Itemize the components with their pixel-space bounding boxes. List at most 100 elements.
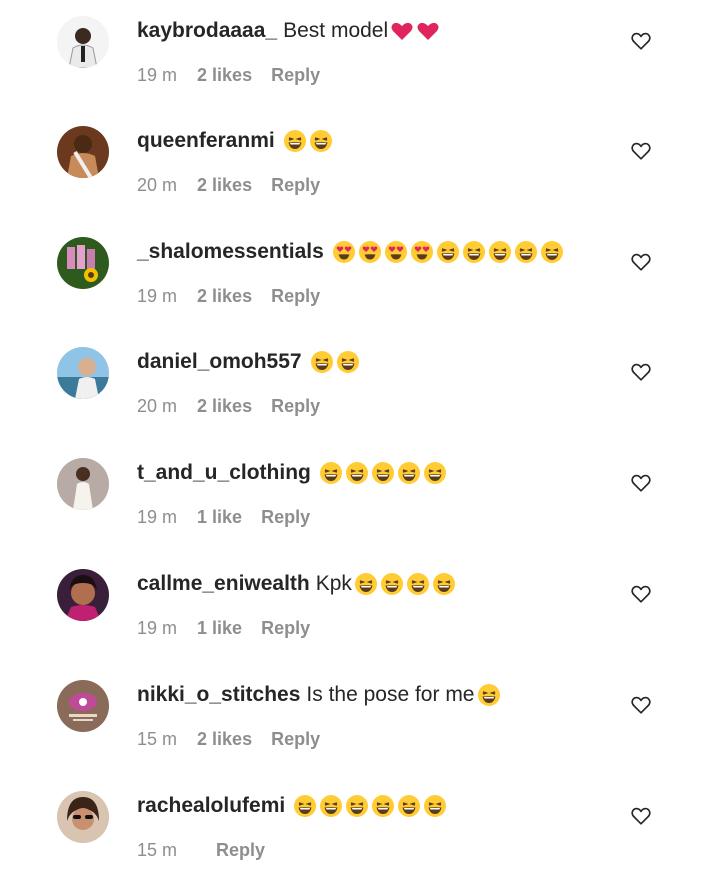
comment-line: t_and_u_clothing <box>137 458 449 488</box>
comment-time: 15 m <box>137 729 178 749</box>
comment-username[interactable]: _shalomessentials <box>137 240 324 264</box>
laughing-emoji <box>462 240 486 264</box>
comment-line: nikki_o_stitches Is the pose for me <box>137 680 503 710</box>
laughing-emoji <box>380 572 404 596</box>
avatar[interactable] <box>57 680 109 732</box>
comment-time: 19 m <box>137 507 178 527</box>
comment-emojis <box>390 19 442 43</box>
comment-line: kaybrodaaaa_ Best model <box>137 16 442 46</box>
comment-line: daniel_omoh557 <box>137 347 362 377</box>
avatar[interactable] <box>57 569 109 621</box>
heart-outline-icon[interactable] <box>630 361 652 383</box>
comment-emojis <box>310 350 362 374</box>
comment-likes[interactable]: 2 likes <box>197 396 252 417</box>
avatar[interactable] <box>57 16 109 68</box>
comment-item: kaybrodaaaa_ Best model 19 m 2 likes Rep… <box>0 0 720 110</box>
laughing-emoji <box>371 794 395 818</box>
laughing-emoji <box>514 240 538 264</box>
comment-username[interactable]: rachealolufemi <box>137 794 285 818</box>
comment-likes[interactable]: 2 likes <box>197 65 252 86</box>
comment-time: 19 m <box>137 65 178 85</box>
heart-outline-icon[interactable] <box>630 583 652 605</box>
comment-item: t_and_u_clothing 19 m 1 like Reply <box>0 442 720 552</box>
comment-time: 20 m <box>137 175 178 195</box>
laughing-emoji <box>477 683 501 707</box>
comment-likes[interactable]: 1 like <box>197 618 242 639</box>
laughing-emoji <box>283 129 307 153</box>
comment-text: Kpk <box>315 572 352 595</box>
laughing-emoji <box>540 240 564 264</box>
red-heart-emoji <box>390 19 414 43</box>
heart-outline-icon[interactable] <box>630 251 652 273</box>
reply-button[interactable]: Reply <box>271 729 320 750</box>
comment-item: nikki_o_stitches Is the pose for me 15 m… <box>0 664 720 774</box>
comment-line: rachealolufemi <box>137 791 449 821</box>
comment-item: daniel_omoh557 20 m 2 likes Reply <box>0 331 720 441</box>
reply-button[interactable]: Reply <box>271 396 320 417</box>
comment-emojis <box>477 683 503 707</box>
comment-likes[interactable]: 2 likes <box>197 286 252 307</box>
comment-item: queenferanmi 20 m 2 likes Reply <box>0 110 720 220</box>
heart-outline-icon[interactable] <box>630 805 652 827</box>
comment-likes[interactable]: 2 likes <box>197 175 252 196</box>
laughing-emoji <box>345 461 369 485</box>
comment-username[interactable]: daniel_omoh557 <box>137 350 302 374</box>
laughing-emoji <box>432 572 456 596</box>
comment-time: 19 m <box>137 618 178 638</box>
comment-emojis <box>319 461 449 485</box>
laughing-emoji <box>345 794 369 818</box>
laughing-emoji <box>406 572 430 596</box>
reply-button[interactable]: Reply <box>271 65 320 86</box>
laughing-emoji <box>371 461 395 485</box>
reply-button[interactable]: Reply <box>261 507 310 528</box>
avatar[interactable] <box>57 126 109 178</box>
laughing-emoji <box>488 240 512 264</box>
comment-likes[interactable]: 1 like <box>197 507 242 528</box>
laughing-emoji <box>423 794 447 818</box>
comment-meta: 19 m 1 like Reply <box>137 618 310 639</box>
laughing-emoji <box>319 794 343 818</box>
comment-likes[interactable]: 2 likes <box>197 729 252 750</box>
heart-outline-icon[interactable] <box>630 140 652 162</box>
laughing-emoji <box>336 350 360 374</box>
avatar[interactable] <box>57 237 109 289</box>
avatar[interactable] <box>57 791 109 843</box>
comment-meta: 15 m 2 likes Reply <box>137 729 320 750</box>
heart-outline-icon[interactable] <box>630 30 652 52</box>
laughing-emoji <box>309 129 333 153</box>
laughing-emoji <box>310 350 334 374</box>
comment-item: _shalomessentials 19 m 2 likes Reply <box>0 221 720 331</box>
laughing-emoji <box>397 461 421 485</box>
comment-username[interactable]: kaybrodaaaa_ <box>137 19 277 43</box>
reply-button[interactable]: Reply <box>271 286 320 307</box>
comment-username[interactable]: nikki_o_stitches <box>137 683 300 707</box>
comment-username[interactable]: t_and_u_clothing <box>137 461 311 485</box>
heart-outline-icon[interactable] <box>630 472 652 494</box>
comment-text: Is the pose for me <box>306 683 475 706</box>
comment-text: Best model <box>283 19 389 42</box>
comment-meta: 20 m 2 likes Reply <box>137 175 320 196</box>
laughing-emoji <box>397 794 421 818</box>
comment-emojis <box>332 240 566 264</box>
comment-line: _shalomessentials <box>137 237 566 267</box>
comment-username[interactable]: callme_eniwealth <box>137 572 310 596</box>
laughing-emoji <box>319 461 343 485</box>
heart-eyes-emoji <box>358 240 382 264</box>
comment-meta: 20 m 2 likes Reply <box>137 396 320 417</box>
comment-meta: 19 m 2 likes Reply <box>137 65 320 86</box>
comment-username[interactable]: queenferanmi <box>137 129 275 153</box>
heart-eyes-emoji <box>384 240 408 264</box>
comment-emojis <box>293 794 449 818</box>
heart-outline-icon[interactable] <box>630 694 652 716</box>
comment-emojis <box>283 129 335 153</box>
reply-button[interactable]: Reply <box>261 618 310 639</box>
comment-time: 20 m <box>137 396 178 416</box>
comment-item: callme_eniwealth Kpk 19 m 1 like Reply <box>0 553 720 663</box>
reply-button[interactable]: Reply <box>271 175 320 196</box>
avatar[interactable] <box>57 458 109 510</box>
comment-line: queenferanmi <box>137 126 335 156</box>
laughing-emoji <box>436 240 460 264</box>
heart-eyes-emoji <box>332 240 356 264</box>
laughing-emoji <box>354 572 378 596</box>
avatar[interactable] <box>57 347 109 399</box>
